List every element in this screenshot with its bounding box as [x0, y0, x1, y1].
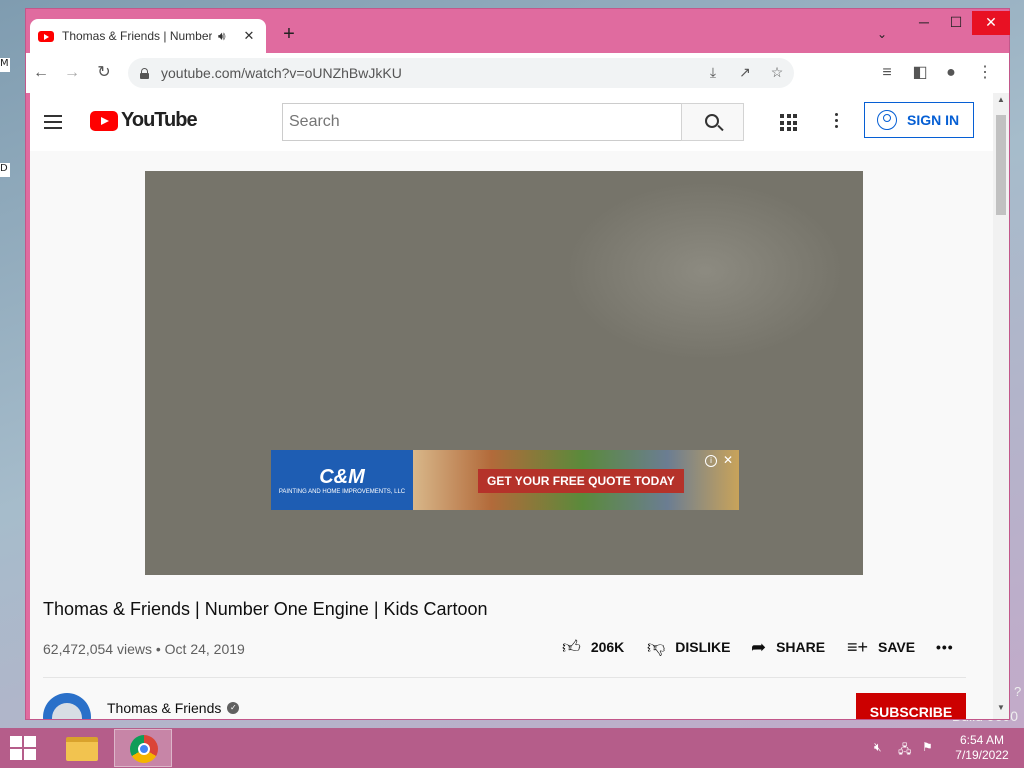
- scroll-down-arrow-icon[interactable]: ▼: [993, 703, 1009, 717]
- start-button-windows-icon[interactable]: [10, 736, 38, 760]
- ad-brand-name: C&M: [319, 465, 365, 488]
- ad-info-icon[interactable]: i: [705, 455, 717, 467]
- divider: [43, 677, 966, 678]
- share-button[interactable]: ➦ SHARE: [751, 633, 825, 661]
- volume-muted-icon[interactable]: 🔇︎: [874, 740, 882, 755]
- apps-grid-icon[interactable]: [780, 114, 797, 131]
- share-page-icon[interactable]: ↗: [736, 64, 754, 81]
- youtube-masthead: YouTube SIGN IN: [30, 93, 993, 151]
- channel-avatar[interactable]: [43, 693, 91, 719]
- install-app-icon[interactable]: ⤓: [704, 64, 722, 81]
- folder-icon: [66, 737, 98, 761]
- network-icon[interactable]: 🖧︎: [898, 740, 911, 761]
- clock-date: 7/19/2022: [955, 748, 1009, 762]
- new-tab-button[interactable]: +: [278, 23, 300, 46]
- video-title: Thomas & Friends | Number One Engine | K…: [43, 599, 488, 619]
- ad-brand-logo[interactable]: C&M PAINTING AND HOME IMPROVEMENTS, LLC: [271, 450, 413, 510]
- reload-icon[interactable]: ↻: [93, 62, 115, 84]
- lock-icon[interactable]: [140, 67, 149, 79]
- save-button[interactable]: ≡+ SAVE: [847, 633, 915, 661]
- youtube-wordmark: YouTube: [121, 109, 198, 131]
- browser-toolbar: ← → ↻ youtube.com/watch?v=oUNZhBwJkKU ⤓ …: [26, 53, 1009, 93]
- tab-title: Thomas & Friends | Number: [62, 29, 212, 43]
- scrollbar-thumb[interactable]: [996, 115, 1006, 215]
- tab-youtube[interactable]: Thomas & Friends | Number 🔊︎ ✕: [30, 19, 266, 53]
- url-text[interactable]: youtube.com/watch?v=oUNZhBwJkKU: [161, 65, 402, 81]
- browser-menu-icon[interactable]: ⋮: [974, 62, 996, 84]
- maximize-button[interactable]: ☐: [940, 11, 972, 35]
- video-views-date: 62,472,054 views • Oct 24, 2019: [43, 641, 245, 657]
- close-window-button[interactable]: ✕: [972, 11, 1010, 35]
- taskbar-file-explorer[interactable]: [52, 729, 110, 767]
- action-center-flag-icon[interactable]: ⚑: [922, 740, 933, 754]
- tab-strip: Thomas & Friends | Number 🔊︎ ✕ + ⌄ ─ ☐ ✕: [26, 9, 1010, 53]
- account-circle-icon: [877, 110, 897, 130]
- dislike-label: DISLIKE: [675, 639, 731, 655]
- sign-in-label: SIGN IN: [907, 112, 960, 128]
- sign-in-button[interactable]: SIGN IN: [864, 102, 974, 138]
- side-panel-icon[interactable]: ◧: [909, 62, 931, 84]
- chrome-icon: [130, 735, 158, 763]
- tab-search-chevron-icon[interactable]: ⌄: [877, 27, 887, 41]
- search-input[interactable]: [282, 103, 682, 141]
- scroll-up-arrow-icon[interactable]: ▲: [993, 95, 1009, 109]
- settings-more-icon[interactable]: [835, 113, 839, 131]
- close-tab-icon[interactable]: ✕: [242, 28, 256, 44]
- share-label: SHARE: [776, 639, 826, 655]
- ad-brand-subtitle: PAINTING AND HOME IMPROVEMENTS, LLC: [278, 488, 406, 495]
- desktop-text-fragment: ?: [1014, 684, 1022, 699]
- address-bar[interactable]: youtube.com/watch?v=oUNZhBwJkKU ⤓ ↗ ☆: [128, 58, 794, 88]
- youtube-logo[interactable]: YouTube: [90, 109, 198, 132]
- back-arrow-icon[interactable]: ←: [30, 62, 52, 84]
- ad-cta-text[interactable]: GET YOUR FREE QUOTE TODAY: [478, 469, 684, 493]
- ad-house-photo[interactable]: GET YOUR FREE QUOTE TODAY i ✕: [413, 450, 739, 510]
- channel-name-link[interactable]: Thomas & Friends ✓: [107, 700, 240, 716]
- taskbar-chrome[interactable]: [114, 729, 172, 767]
- thumbs-up-icon: 👍︎: [562, 637, 581, 657]
- ad-close-icon[interactable]: ✕: [723, 453, 733, 467]
- clock-time: 6:54 AM: [959, 733, 1005, 747]
- page-scrollbar[interactable]: ▲ ▼: [993, 93, 1009, 719]
- thumbs-down-icon: 👎︎: [647, 637, 666, 657]
- search-button[interactable]: [681, 103, 744, 141]
- youtube-play-icon: [90, 110, 118, 131]
- like-button[interactable]: 👍︎ 206K: [562, 633, 624, 661]
- chrome-window: Thomas & Friends | Number 🔊︎ ✕ + ⌄ ─ ☐ ✕…: [25, 8, 1010, 720]
- page-viewport: YouTube SIGN IN C&M PAINTING AND HOME IM…: [30, 93, 1009, 719]
- windows-taskbar: 🔇︎ 🖧︎ ⚑ 6:54 AM 7/19/2022: [0, 728, 1024, 768]
- media-control-icon[interactable]: ≡: [876, 62, 898, 84]
- video-frame: [565, 181, 845, 361]
- speaker-icon[interactable]: 🔊︎: [218, 29, 232, 44]
- subscribe-button[interactable]: SUBSCRIBE: [856, 693, 966, 719]
- desktop-icon-fragment[interactable]: M: [0, 58, 10, 72]
- save-label: SAVE: [878, 639, 916, 655]
- verified-check-icon: ✓: [227, 702, 240, 714]
- youtube-favicon-icon: [38, 30, 54, 42]
- share-arrow-icon: ➦: [751, 636, 767, 657]
- forward-arrow-icon[interactable]: →: [61, 62, 83, 84]
- bookmark-star-icon[interactable]: ☆: [768, 64, 786, 81]
- channel-name: Thomas & Friends: [107, 700, 222, 716]
- playlist-add-icon: ≡+: [847, 636, 869, 657]
- hamburger-menu-icon[interactable]: [44, 115, 64, 129]
- profile-icon[interactable]: ●: [940, 62, 962, 84]
- desktop-icon-fragment[interactable]: D: [0, 163, 10, 177]
- taskbar-clock[interactable]: 6:54 AM 7/19/2022: [950, 733, 1014, 763]
- dislike-button[interactable]: 👎︎ DISLIKE: [647, 633, 731, 661]
- more-actions-button[interactable]: •••: [936, 633, 954, 661]
- video-player[interactable]: C&M PAINTING AND HOME IMPROVEMENTS, LLC …: [145, 171, 863, 575]
- overlay-ad[interactable]: C&M PAINTING AND HOME IMPROVEMENTS, LLC …: [271, 450, 739, 510]
- like-count: 206K: [590, 639, 625, 655]
- minimize-button[interactable]: ─: [908, 11, 940, 35]
